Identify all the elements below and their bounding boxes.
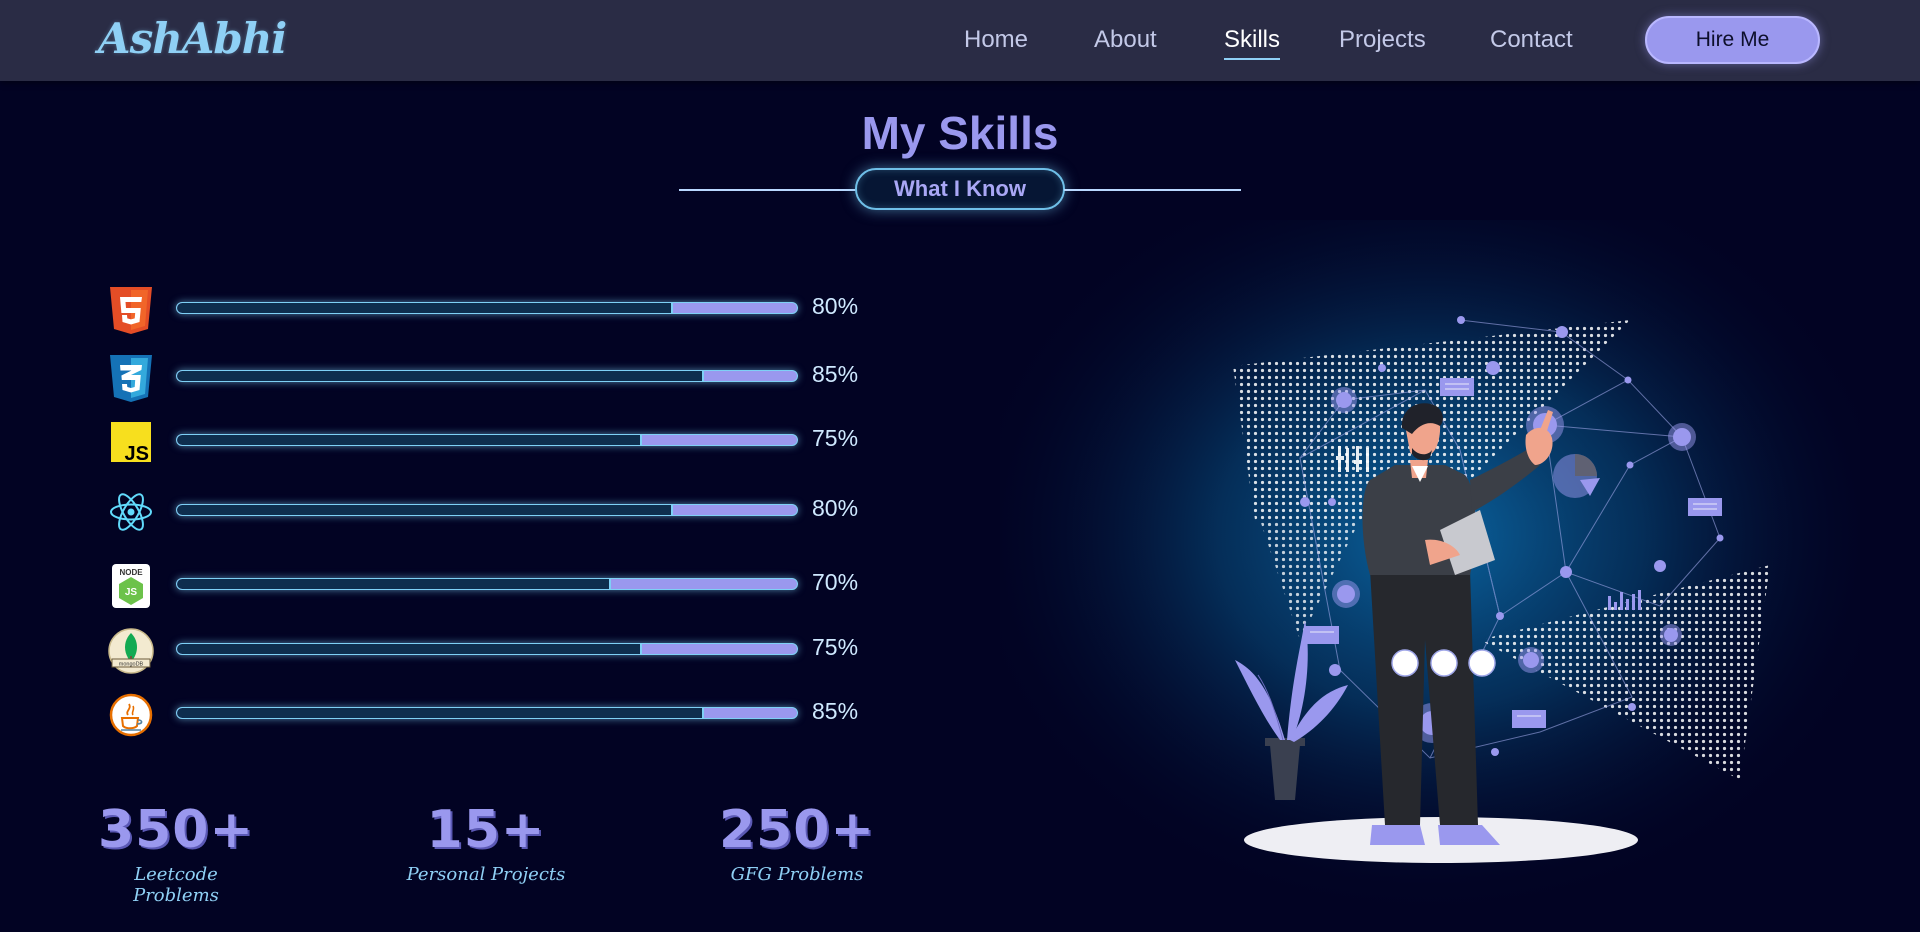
developer-illustration xyxy=(1000,220,1860,920)
css3-icon xyxy=(110,355,152,402)
section-title: My Skills xyxy=(861,107,1059,159)
html5-icon xyxy=(110,287,152,334)
nav-link-home[interactable]: Home xyxy=(964,26,1028,54)
stat-value: 15+ xyxy=(426,800,546,860)
java-icon xyxy=(109,693,153,737)
subtitle-divider-right xyxy=(1064,189,1241,191)
navbar: AshAbhi Home About Skills Projects Conta… xyxy=(0,0,1920,81)
nav-link-about[interactable]: About xyxy=(1094,26,1157,54)
skill-progress-bar xyxy=(176,578,798,590)
skill-percent: 70% xyxy=(812,569,859,595)
skill-progress-fill xyxy=(177,371,704,381)
stat-leetcode: 350+ Leetcode Problems xyxy=(96,800,256,906)
nav-links: Home About Skills Projects Contact xyxy=(0,26,1920,66)
nav-link-projects[interactable]: Projects xyxy=(1339,26,1426,54)
skill-progress-fill xyxy=(177,303,673,313)
skill-row: mongoDB 75% xyxy=(106,626,886,676)
skill-row: NODE JS 70% xyxy=(106,561,886,611)
stat-value: 350+ xyxy=(97,800,255,860)
skill-progress-bar xyxy=(176,302,798,314)
skill-row: JS 75% xyxy=(106,417,886,467)
stat-label: GFG Problems xyxy=(730,864,864,885)
svg-text:JS: JS xyxy=(125,443,149,465)
stat-gfg: 250+ GFG Problems xyxy=(717,800,877,885)
skill-percent: 85% xyxy=(812,698,859,724)
javascript-icon: JS xyxy=(111,422,151,465)
section-subtitle: What I Know xyxy=(855,168,1065,210)
skill-progress-bar xyxy=(176,434,798,446)
stat-value: 250+ xyxy=(718,800,876,860)
skill-progress-bar xyxy=(176,643,798,655)
skill-progress-bar xyxy=(176,707,798,719)
skill-row: 80% xyxy=(106,285,886,335)
hire-me-button[interactable]: Hire Me xyxy=(1645,16,1820,64)
svg-text:mongoDB: mongoDB xyxy=(119,662,144,668)
skill-percent: 80% xyxy=(812,495,859,521)
nodejs-icon: NODE JS xyxy=(112,564,150,608)
skill-progress-bar xyxy=(176,370,798,382)
skill-percent: 75% xyxy=(812,634,859,660)
stat-projects: 15+ Personal Projects xyxy=(406,800,566,885)
skill-progress-fill xyxy=(177,708,704,718)
skill-progress-fill xyxy=(177,579,611,589)
nav-link-contact[interactable]: Contact xyxy=(1490,26,1573,54)
svg-text:NODE: NODE xyxy=(119,568,143,577)
subtitle-divider-left xyxy=(679,189,856,191)
skill-progress-fill xyxy=(177,644,642,654)
stat-label: Personal Projects xyxy=(406,864,566,885)
skill-progress-fill xyxy=(177,435,642,445)
react-icon xyxy=(110,493,152,531)
skill-row: 80% xyxy=(106,487,886,537)
svg-text:JS: JS xyxy=(125,587,138,598)
skill-row: 85% xyxy=(106,353,886,403)
skill-percent: 75% xyxy=(812,425,859,451)
stat-label: Leetcode Problems xyxy=(133,864,219,906)
skill-percent: 85% xyxy=(812,361,859,387)
nav-link-skills[interactable]: Skills xyxy=(1224,26,1281,60)
skill-row: 85% xyxy=(106,690,886,740)
skill-percent: 80% xyxy=(812,293,859,319)
skill-progress-bar xyxy=(176,504,798,516)
mongodb-icon: mongoDB xyxy=(108,628,154,674)
skill-progress-fill xyxy=(177,505,673,515)
